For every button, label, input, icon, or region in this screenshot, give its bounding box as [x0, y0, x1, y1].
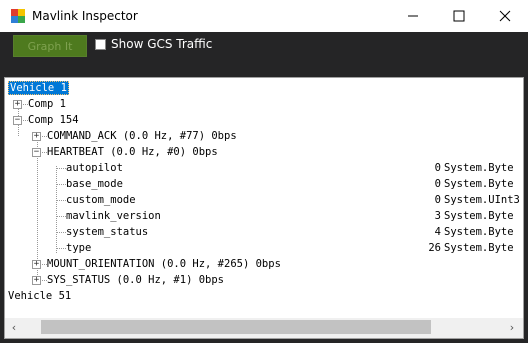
field-row-system-status[interactable]: system_status [66, 224, 148, 240]
field-name: mavlink_version [66, 210, 161, 222]
field-row-base-mode[interactable]: base_mode [66, 176, 123, 192]
field-type: System.Byte [444, 242, 514, 254]
field-type: System.Byte [444, 162, 514, 174]
tree-node-sys-status[interactable]: SYS_STATUS (0.0 Hz, #1) 0bps [47, 272, 224, 288]
collapse-icon[interactable]: − [13, 116, 22, 125]
field-type: System.Byte [444, 210, 514, 222]
tree-node-vehicle-51[interactable]: Vehicle 51 [8, 288, 71, 304]
field-value: 0 [434, 162, 441, 174]
tree-node-mount-orientation[interactable]: MOUNT_ORIENTATION (0.0 Hz, #265) 0bps [47, 256, 281, 272]
tree-node-comp-154[interactable]: Comp 154 [28, 112, 79, 128]
field-value: 3 [434, 210, 441, 222]
field-name: base_mode [66, 178, 123, 190]
field-type: System.Byte [444, 178, 514, 190]
field-value: 0 [434, 194, 441, 206]
close-icon [499, 10, 511, 22]
tree-view[interactable]: Vehicle 1 + Comp 1 − Comp 154 + COMMAND_… [5, 78, 523, 318]
graph-it-button[interactable]: Graph It [13, 35, 87, 57]
expand-icon[interactable]: + [32, 260, 41, 269]
scrollbar-thumb[interactable] [41, 320, 431, 334]
field-row-type[interactable]: type [66, 240, 91, 256]
field-name: autopilot [66, 162, 123, 174]
field-value: 0 [434, 178, 441, 190]
collapse-icon[interactable]: − [32, 148, 41, 157]
minimize-button[interactable] [390, 0, 436, 32]
title-bar: Mavlink Inspector [0, 0, 528, 32]
show-gcs-traffic-checkbox[interactable] [95, 39, 106, 50]
maximize-icon [453, 10, 465, 22]
field-row-custom-mode[interactable]: custom_mode [66, 192, 136, 208]
expand-icon[interactable]: + [32, 132, 41, 141]
show-gcs-traffic-label[interactable]: Show GCS Traffic [111, 37, 212, 52]
field-value: 26 [428, 242, 441, 254]
message-tree[interactable]: Vehicle 1 + Comp 1 − Comp 154 + COMMAND_… [4, 77, 524, 339]
tree-node-comp-1[interactable]: Comp 1 [28, 96, 66, 112]
minimize-icon [408, 15, 418, 17]
expand-icon[interactable]: + [13, 100, 22, 109]
tree-node-heartbeat[interactable]: HEARTBEAT (0.0 Hz, #0) 0bps [47, 144, 218, 160]
scroll-right-icon[interactable]: › [505, 321, 519, 335]
field-name: system_status [66, 226, 149, 238]
close-button[interactable] [482, 0, 528, 32]
toolbar: Graph It Show GCS Traffic [0, 32, 528, 66]
maximize-button[interactable] [436, 0, 482, 32]
field-type: System.UInt3 [444, 194, 520, 206]
tree-node-label: Vehicle 1 [8, 81, 69, 95]
horizontal-scrollbar[interactable]: ‹ › [5, 318, 523, 338]
field-name: type [66, 242, 92, 254]
field-row-mavlink-version[interactable]: mavlink_version [66, 208, 161, 224]
field-name: custom_mode [66, 194, 136, 206]
field-value: 4 [434, 226, 441, 238]
expand-icon[interactable]: + [32, 276, 41, 285]
scroll-left-icon[interactable]: ‹ [7, 321, 21, 335]
field-row-autopilot[interactable]: autopilot [66, 160, 123, 176]
tree-node-command-ack[interactable]: COMMAND_ACK (0.0 Hz, #77) 0bps [47, 128, 237, 144]
tree-node-vehicle-1[interactable]: Vehicle 1 [8, 80, 69, 96]
field-type: System.Byte [444, 226, 514, 238]
app-icon [11, 9, 25, 23]
window-title: Mavlink Inspector [32, 9, 138, 23]
